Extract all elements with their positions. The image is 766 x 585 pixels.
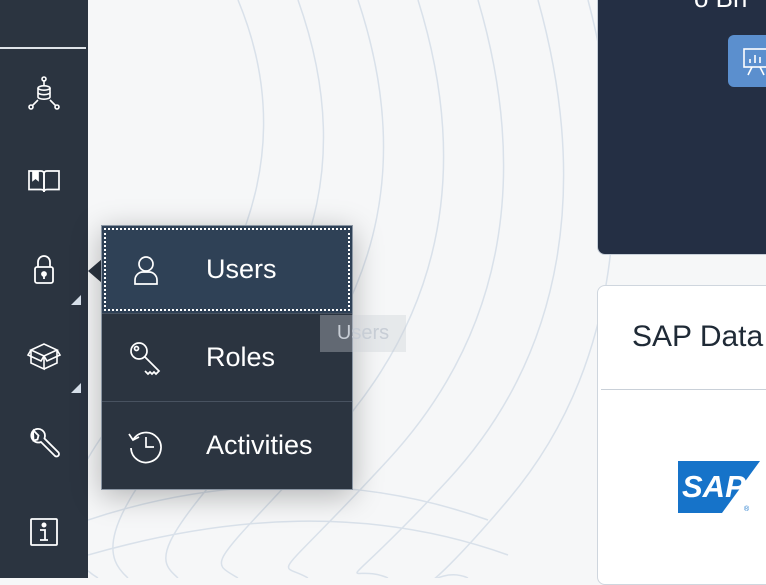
- submenu-indicator: [71, 383, 81, 393]
- data-network-icon: [28, 76, 60, 110]
- sap-logo: SAP ®: [678, 461, 760, 513]
- wrench-icon: [30, 427, 60, 458]
- submenu-indicator: [71, 295, 81, 305]
- menu-item-activities[interactable]: Activities: [102, 402, 352, 489]
- tile-divider: [601, 389, 766, 390]
- info-icon: [30, 518, 58, 546]
- package-icon: [26, 343, 62, 371]
- sidebar-item-book[interactable]: [0, 143, 88, 219]
- popup-arrow: [88, 259, 102, 283]
- sidebar-divider: [0, 47, 86, 49]
- tile-title: SAP Data: [632, 320, 764, 353]
- card-title: o Bri: [694, 0, 747, 14]
- menu-item-label: Roles: [206, 342, 276, 372]
- presentation-icon: [743, 48, 766, 76]
- sidebar-item-data-network[interactable]: [0, 56, 88, 132]
- security-popup-menu: Users Roles Activities: [101, 225, 353, 490]
- sidebar-item-info[interactable]: [0, 494, 88, 570]
- user-icon: [134, 255, 158, 285]
- sidebar: [0, 0, 88, 578]
- tooltip: Users: [320, 315, 406, 352]
- book-icon: [28, 170, 60, 193]
- sidebar-item-tools[interactable]: [0, 406, 88, 482]
- history-icon: [128, 431, 162, 463]
- svg-text:®: ®: [744, 505, 750, 513]
- svg-text:SAP: SAP: [682, 469, 746, 504]
- menu-item-label: Users: [206, 254, 277, 284]
- menu-item-roles[interactable]: Roles: [102, 314, 352, 401]
- lock-icon: [34, 255, 54, 284]
- key-icon: [130, 341, 161, 375]
- presentation-card[interactable]: o Bri: [597, 0, 766, 255]
- menu-item-label: Activities: [206, 430, 313, 460]
- menu-item-users[interactable]: Users: [102, 226, 352, 313]
- presentation-button[interactable]: [728, 35, 766, 87]
- sap-data-tile[interactable]: SAP Data SAP ®: [597, 285, 766, 585]
